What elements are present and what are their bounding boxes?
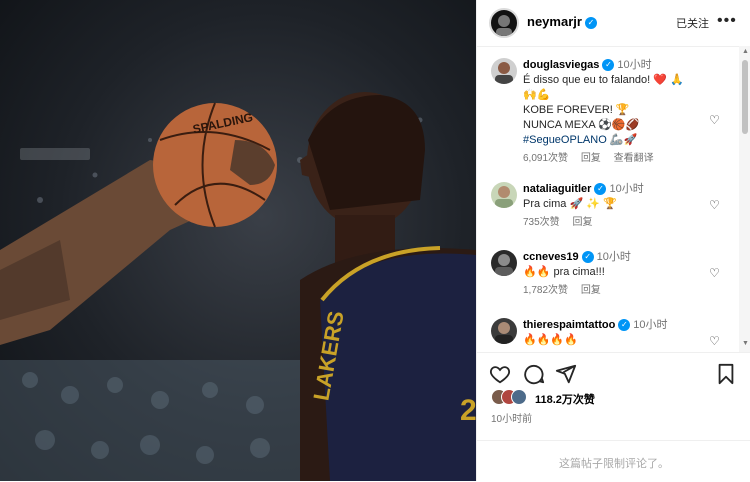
comment-body: ccneves19 ✓ 10小时 🔥🔥 pra cima!!! 1,782次赞 回复 — [523, 250, 713, 298]
like-comment-heart-icon[interactable]: ♡ — [709, 266, 720, 280]
comment-text-emoji: 🦾🚀 — [609, 134, 638, 146]
post-actions — [477, 352, 750, 393]
scrollbar-thumb[interactable] — [742, 60, 748, 134]
verified-badge-icon: ✓ — [602, 59, 615, 72]
comment-bubble-icon[interactable] — [523, 363, 545, 385]
comment-body: thierespaimtattoo ✓ 10小时 🔥🔥🔥🔥 — [523, 318, 713, 348]
share-send-icon[interactable] — [555, 363, 577, 385]
post-photo[interactable]: SPALDING LAKERS 2 — [0, 0, 476, 481]
post-timestamp: 10小时前 — [491, 414, 533, 425]
comment-body: nataliaguitler ✓ 10小时 Pra cima 🚀 ✨ 🏆 735次赞… — [523, 182, 713, 230]
comment-time: 10小时 — [617, 59, 652, 71]
comment-text-line: 🔥🔥🔥🔥 — [523, 334, 578, 346]
commenter-avatar[interactable] — [491, 250, 517, 276]
instagram-post-view: SPALDING LAKERS 2 neymarjr ✓ 已关注 ••• dou… — [0, 0, 750, 481]
comment-time: 10小时 — [609, 183, 644, 195]
comment-username[interactable]: douglasviegas — [523, 59, 599, 71]
scroll-up-arrow-icon[interactable]: ▲ — [742, 48, 749, 55]
comment-text-line: KOBE FOREVER! 🏆 — [523, 104, 630, 116]
comment-body: douglasviegas ✓ 10小时 É disso que eu to fal… — [523, 58, 713, 166]
likes-count[interactable]: 118.2万次赞 — [535, 391, 595, 407]
verified-badge-icon: ✓ — [584, 16, 597, 29]
commenter-avatar[interactable] — [491, 318, 517, 344]
reply-button[interactable]: 回复 — [572, 217, 592, 228]
like-heart-icon[interactable] — [489, 363, 511, 385]
likes-summary[interactable]: 118.2万次赞 — [491, 389, 741, 407]
comment-likes-count[interactable]: 1,782次赞 — [523, 285, 568, 296]
comment-username[interactable]: nataliaguitler — [523, 183, 591, 195]
comment-time: 10小时 — [633, 319, 668, 331]
more-horizontal-icon[interactable]: ••• — [717, 12, 737, 30]
comment-text-line: NUNCA MEXA ⚽🏀🏈 — [523, 119, 640, 131]
like-comment-heart-icon[interactable]: ♡ — [709, 198, 720, 212]
commenter-avatar[interactable] — [491, 182, 517, 208]
comment-time: 10小时 — [596, 251, 631, 263]
comment-meta: 6,091次赞 回复 查看翻译 — [523, 151, 713, 166]
like-comment-heart-icon[interactable]: ♡ — [709, 113, 720, 127]
comment-meta: 1,782次赞 回复 — [523, 283, 713, 298]
verified-badge-icon: ✓ — [594, 183, 607, 196]
following-button[interactable]: 已关注 — [676, 15, 709, 31]
verified-badge-icon: ✓ — [618, 319, 631, 332]
comments-limited-notice: 这篇帖子限制评论了。 — [559, 458, 669, 470]
comment-footer: 这篇帖子限制评论了。 — [477, 440, 750, 482]
translate-button[interactable]: 查看翻译 — [614, 153, 654, 164]
verified-badge-icon: ✓ — [581, 251, 594, 264]
comment-username[interactable]: ccneves19 — [523, 251, 579, 263]
post-header: neymarjr ✓ 已关注 ••• — [477, 0, 750, 47]
reply-button[interactable]: 回复 — [581, 153, 601, 164]
post-sidebar: neymarjr ✓ 已关注 ••• douglasviegas ✓ 10小时 É d… — [476, 0, 750, 481]
svg-text:2: 2 — [460, 394, 476, 427]
neymarjr-avatar[interactable] — [489, 8, 519, 38]
comment-likes-count[interactable]: 6,091次赞 — [523, 153, 568, 164]
comment-text-line: Pra cima 🚀 ✨ 🏆 — [523, 198, 617, 210]
comment-likes-count[interactable]: 735次赞 — [523, 217, 560, 228]
comment-username[interactable]: thierespaimtattoo — [523, 319, 615, 331]
reply-button[interactable]: 回复 — [581, 285, 601, 296]
liker-avatar — [511, 389, 527, 405]
comment-text-line: É disso que eu to falando! ❤️ 🙏 — [523, 74, 684, 86]
comment-text-line: 🙌💪 — [523, 89, 551, 101]
scroll-down-arrow-icon[interactable]: ▼ — [742, 340, 749, 347]
comment-text-line: 🔥🔥 pra cima!!! — [523, 266, 605, 278]
comment-meta: 735次赞 回复 — [523, 215, 713, 230]
save-bookmark-icon[interactable] — [715, 363, 737, 385]
comments-list[interactable]: douglasviegas ✓ 10小时 É disso que eu to fal… — [477, 46, 739, 352]
basketball-scene-image: SPALDING LAKERS 2 — [0, 92, 476, 481]
post-author-username[interactable]: neymarjr — [527, 14, 582, 29]
post-author[interactable]: neymarjr ✓ — [527, 14, 597, 29]
like-comment-heart-icon[interactable]: ♡ — [709, 334, 720, 348]
commenter-avatar[interactable] — [491, 58, 517, 84]
comments-scrollbar[interactable]: ▲ ▼ — [739, 46, 750, 352]
hashtag-link[interactable]: #SegueOPLANO — [523, 134, 607, 146]
